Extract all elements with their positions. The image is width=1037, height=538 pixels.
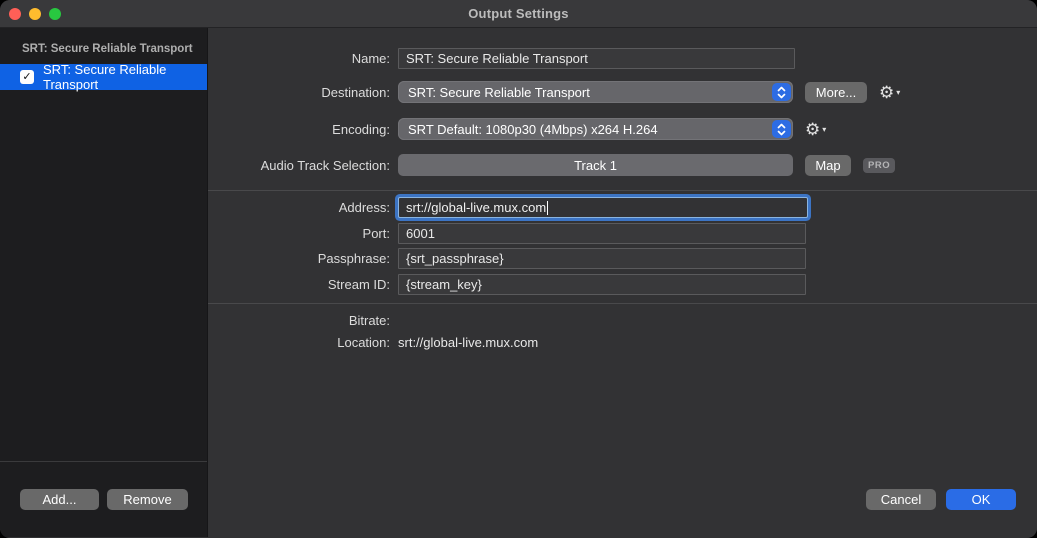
name-label: Name: [208, 51, 390, 66]
address-input[interactable]: srt://global-live.mux.com [398, 197, 808, 218]
popup-stepper-icon [772, 120, 791, 138]
destination-popup[interactable]: SRT: Secure Reliable Transport [398, 81, 793, 103]
stream-id-row: Stream ID: [208, 274, 1037, 295]
port-label: Port: [208, 226, 390, 241]
map-button[interactable]: Map [805, 155, 851, 176]
location-row: Location: srt://global-live.mux.com [208, 335, 1037, 350]
destination-settings-menu[interactable]: ⚙ ▾ [879, 84, 900, 101]
port-row: Port: [208, 223, 1037, 244]
bitrate-row: Bitrate: [208, 313, 1037, 328]
address-label: Address: [208, 200, 390, 215]
output-enabled-checkbox[interactable]: ✓ [20, 70, 34, 84]
close-window-button[interactable] [9, 8, 21, 20]
more-button[interactable]: More... [805, 82, 867, 103]
sidebar-footer-divider [0, 461, 207, 462]
location-label: Location: [208, 335, 390, 350]
encoding-popup[interactable]: SRT Default: 1080p30 (4Mbps) x264 H.264 [398, 118, 793, 140]
audio-track-row: Audio Track Selection: Track 1 Map PRO [208, 154, 1037, 176]
cancel-button[interactable]: Cancel [866, 489, 936, 510]
encoding-label: Encoding: [208, 122, 390, 137]
minimize-window-button[interactable] [29, 8, 41, 20]
outputs-sidebar: SRT: Secure Reliable Transport ✓ SRT: Se… [0, 28, 208, 537]
title-bar: Output Settings [0, 0, 1037, 28]
destination-label: Destination: [208, 85, 390, 100]
remove-output-button[interactable]: Remove [107, 489, 188, 510]
gear-icon: ⚙ [805, 121, 820, 138]
stream-id-label: Stream ID: [208, 277, 390, 292]
stream-id-input[interactable] [398, 274, 806, 295]
address-row: Address: srt://global-live.mux.com [208, 197, 1037, 218]
text-cursor [547, 201, 548, 215]
traffic-lights [9, 0, 61, 28]
location-value: srt://global-live.mux.com [398, 335, 538, 350]
settings-form-panel: Name: Destination: SRT: Secure Reliable … [208, 28, 1037, 537]
address-value: srt://global-live.mux.com [406, 200, 546, 215]
passphrase-input[interactable] [398, 248, 806, 269]
name-row: Name: [208, 48, 1037, 69]
pro-badge: PRO [863, 158, 895, 173]
passphrase-row: Passphrase: [208, 248, 1037, 269]
port-input[interactable] [398, 223, 806, 244]
section-divider [208, 190, 1037, 191]
output-settings-window: Output Settings SRT: Secure Reliable Tra… [0, 0, 1037, 538]
popup-stepper-icon [772, 83, 791, 101]
bitrate-label: Bitrate: [208, 313, 390, 328]
destination-row: Destination: SRT: Secure Reliable Transp… [208, 81, 1037, 103]
name-input[interactable] [398, 48, 795, 69]
caret-down-icon: ▾ [822, 125, 826, 134]
destination-popup-value: SRT: Secure Reliable Transport [408, 85, 590, 100]
audio-track-button[interactable]: Track 1 [398, 154, 793, 176]
window-title: Output Settings [468, 6, 569, 21]
add-output-button[interactable]: Add... [20, 489, 99, 510]
caret-down-icon: ▾ [896, 88, 900, 97]
encoding-row: Encoding: SRT Default: 1080p30 (4Mbps) x… [208, 118, 1037, 140]
gear-icon: ⚙ [879, 84, 894, 101]
section-divider [208, 303, 1037, 304]
sidebar-item-srt-output[interactable]: ✓ SRT: Secure Reliable Transport [0, 64, 207, 90]
audio-track-label: Audio Track Selection: [208, 158, 390, 173]
zoom-window-button[interactable] [49, 8, 61, 20]
sidebar-group-header: SRT: Secure Reliable Transport [22, 43, 199, 55]
ok-button[interactable]: OK [946, 489, 1016, 510]
passphrase-label: Passphrase: [208, 251, 390, 266]
encoding-popup-value: SRT Default: 1080p30 (4Mbps) x264 H.264 [408, 122, 658, 137]
encoding-settings-menu[interactable]: ⚙ ▾ [805, 121, 826, 138]
sidebar-item-label: SRT: Secure Reliable Transport [43, 62, 207, 92]
